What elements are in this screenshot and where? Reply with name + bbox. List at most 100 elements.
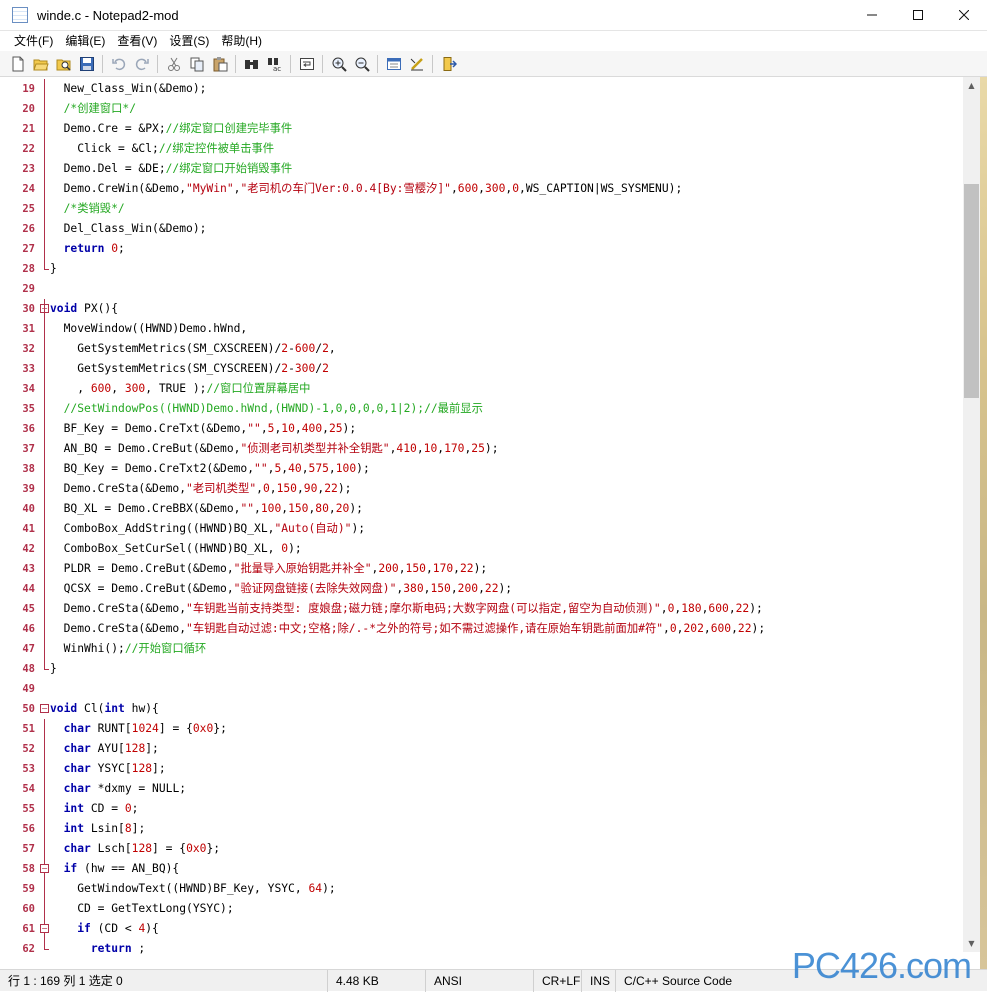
code-line[interactable]: return 0;: [50, 239, 125, 259]
code-line[interactable]: char *dxmy = NULL;: [50, 779, 186, 799]
code-line[interactable]: BQ_Key = Demo.CreTxt2(&Demo,"",5,40,575,…: [50, 459, 370, 479]
line-number: 51: [22, 723, 35, 735]
undo-button[interactable]: [107, 53, 130, 75]
menu-view[interactable]: 查看(V): [111, 31, 163, 51]
code-line[interactable]: char RUNT[1024] = {0x0};: [50, 719, 227, 739]
code-line[interactable]: Demo.CreSta(&Demo,"车钥匙当前支持类型: 度娘盘;磁力链;摩尔…: [50, 599, 763, 619]
menu-settings[interactable]: 设置(S): [163, 31, 215, 51]
status-lexer[interactable]: C/C++ Source Code: [616, 970, 756, 992]
minimize-icon: [867, 14, 877, 16]
code-line[interactable]: BF_Key = Demo.CreTxt(&Demo,"",5,10,400,2…: [50, 419, 357, 439]
open-button[interactable]: [29, 53, 52, 75]
fold-toggle-icon[interactable]: −: [40, 924, 49, 933]
window-title: winde.c - Notepad2-mod: [37, 7, 179, 23]
code-line[interactable]: int Lsin[8];: [50, 819, 146, 839]
replace-button[interactable]: ac: [263, 53, 286, 75]
paste-button[interactable]: [208, 53, 231, 75]
save-button[interactable]: [75, 53, 98, 75]
line-number-gutter: 19 20 21 22 23 24 25 26 27 28 29 30 31 32 33 34 35 36 37 38…: [0, 77, 40, 969]
code-line[interactable]: Demo.Del = &DE;//绑定窗口开始销毁事件: [50, 159, 293, 179]
scroll-thumb[interactable]: [964, 184, 979, 398]
title-bar[interactable]: winde.c - Notepad2-mod: [0, 0, 987, 31]
code-line[interactable]: char AYU[128];: [50, 739, 159, 759]
redo-button[interactable]: [130, 53, 153, 75]
code-line[interactable]: , 600, 300, TRUE );//窗口位置屏幕居中: [50, 379, 310, 399]
site-watermark: PC426.com: [791, 945, 972, 986]
cut-button[interactable]: [162, 53, 185, 75]
code-line[interactable]: Del_Class_Win(&Demo);: [50, 219, 207, 239]
code-editor[interactable]: 19 20 21 22 23 24 25 26 27 28 29 30 31 32 33 34 35 36 37 38…: [0, 77, 963, 969]
fold-toggle-icon[interactable]: −: [40, 704, 49, 713]
exit-button[interactable]: [437, 53, 460, 75]
desktop-background-strip: [980, 77, 987, 969]
code-line[interactable]: int CD = 0;: [50, 799, 139, 819]
code-line[interactable]: void PX(){: [50, 299, 118, 319]
fold-margin[interactable]: −−−−: [40, 77, 49, 969]
close-icon: [959, 10, 969, 20]
copy-button[interactable]: [185, 53, 208, 75]
code-line[interactable]: }: [50, 659, 57, 679]
code-line[interactable]: return ;: [50, 939, 145, 959]
code-line[interactable]: void Cl(int hw){: [50, 699, 159, 719]
schemes-button[interactable]: [382, 53, 405, 75]
code-line[interactable]: MoveWindow((HWND)Demo.hWnd,: [50, 319, 248, 339]
word-wrap-button[interactable]: [295, 53, 318, 75]
code-line[interactable]: Click = &Cl;//绑定控件被单击事件: [50, 139, 274, 159]
notepad-app-icon[interactable]: [12, 7, 28, 23]
code-line[interactable]: WinWhi();//开始窗口循环: [50, 639, 207, 659]
code-line[interactable]: Demo.CreSta(&Demo,"老司机类型",0,150,90,22);: [50, 479, 352, 499]
line-number: 50: [22, 703, 35, 715]
code-line[interactable]: }: [50, 259, 57, 279]
code-line[interactable]: Demo.Cre = &PX;//绑定窗口创建完毕事件: [50, 119, 293, 139]
code-line[interactable]: BQ_XL = Demo.CreBBX(&Demo,"",100,150,80,…: [50, 499, 363, 519]
line-number: 20: [22, 103, 35, 115]
code-line[interactable]: if (hw == AN_BQ){: [50, 859, 180, 879]
code-line[interactable]: GetSystemMetrics(SM_CXSCREEN)/2-600/2,: [50, 339, 336, 359]
line-number: 60: [22, 903, 35, 915]
code-line[interactable]: PLDR = Demo.CreBut(&Demo,"批量导入原始钥匙并补全",2…: [50, 559, 488, 579]
code-line[interactable]: ComboBox_AddString((HWND)BQ_XL,"Auto(自动)…: [50, 519, 365, 539]
toolbar-separator: [157, 54, 158, 73]
status-encoding[interactable]: ANSI: [426, 969, 534, 992]
scroll-up-arrow-icon[interactable]: ▲: [963, 77, 980, 94]
code-line[interactable]: New_Class_Win(&Demo);: [50, 79, 207, 99]
code-line[interactable]: QCSX = Demo.CreBut(&Demo,"验证网盘链接(去除失效网盘)…: [50, 579, 513, 599]
code-line[interactable]: /*类销毁*/: [50, 199, 125, 219]
close-button[interactable]: [941, 0, 987, 30]
new-file-button[interactable]: [6, 53, 29, 75]
status-line-ending[interactable]: CR+LF: [534, 969, 582, 992]
minimize-button[interactable]: [849, 0, 895, 30]
line-number: 22: [22, 143, 35, 155]
code-line[interactable]: Demo.CreWin(&Demo,"MyWin","老司机の车门Ver:0.0…: [50, 179, 683, 199]
code-line[interactable]: /*创建窗口*/: [50, 99, 136, 119]
fold-toggle-icon[interactable]: −: [40, 864, 49, 873]
customize-button[interactable]: [405, 53, 428, 75]
code-line[interactable]: char Lsch[128] = {0x0};: [50, 839, 220, 859]
code-line[interactable]: GetSystemMetrics(SM_CYSCREEN)/2-300/2: [50, 359, 329, 379]
fold-end-marker: [44, 269, 49, 270]
menu-file[interactable]: 文件(F): [8, 31, 59, 51]
vertical-scrollbar[interactable]: ▲ ▼: [963, 77, 980, 952]
zoom-out-button[interactable]: [350, 53, 373, 75]
line-number: 21: [22, 123, 35, 135]
menu-help[interactable]: 帮助(H): [215, 31, 268, 51]
code-line[interactable]: GetWindowText((HWND)BF_Key, YSYC, 64);: [50, 879, 335, 899]
zoom-in-button[interactable]: [327, 53, 350, 75]
code-line[interactable]: CD = GetTextLong(YSYC);: [50, 899, 233, 919]
code-line[interactable]: Demo.CreSta(&Demo,"车钥匙自动过滤:中文;空格;除/.-*之外…: [50, 619, 766, 639]
code-line[interactable]: char YSYC[128];: [50, 759, 166, 779]
code-line[interactable]: ComboBox_SetCurSel((HWND)BQ_XL, 0);: [50, 539, 302, 559]
line-number: 40: [22, 503, 35, 515]
line-number: 58: [22, 863, 35, 875]
status-insert-mode[interactable]: INS: [582, 969, 616, 992]
browse-button[interactable]: [52, 53, 75, 75]
maximize-button[interactable]: [895, 0, 941, 30]
line-number: 61: [22, 923, 35, 935]
find-button[interactable]: [240, 53, 263, 75]
menu-edit[interactable]: 编辑(E): [59, 31, 111, 51]
code-line[interactable]: if (CD < 4){: [50, 919, 159, 939]
line-number: 38: [22, 463, 35, 475]
code-line[interactable]: //SetWindowPos((HWND)Demo.hWnd,(HWND)-1,…: [50, 399, 483, 419]
code-line[interactable]: AN_BQ = Demo.CreBut(&Demo,"侦测老司机类型并补全钥匙"…: [50, 439, 499, 459]
line-number: 30: [22, 303, 35, 315]
